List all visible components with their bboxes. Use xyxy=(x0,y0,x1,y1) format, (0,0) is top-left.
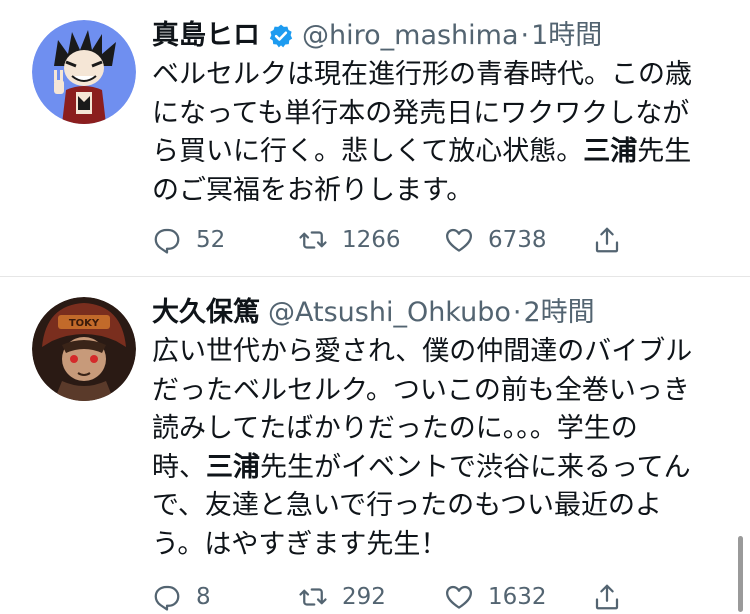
text-line: ら買いに行く。悲しくて放心状態。三浦先生 xyxy=(152,133,722,172)
reply-icon xyxy=(152,225,182,255)
reply-count: 8 xyxy=(196,584,211,610)
share-icon xyxy=(592,225,622,255)
tweet-text: 広い世代から愛され、僕の仲間達のバイブル だったベルセルク。ついこの前も全巻いっ… xyxy=(152,333,722,564)
verified-badge-icon xyxy=(268,23,294,49)
text-line: う。はやすぎます先生！ xyxy=(152,526,722,565)
text-line: 広い世代から愛され、僕の仲間達のバイブル xyxy=(152,333,722,372)
timestamp[interactable]: 2時間 xyxy=(523,293,594,333)
text-segment: 先生 xyxy=(637,136,692,167)
text-segment: のご冥福をお祈りします。 xyxy=(152,174,474,206)
tweet-actions: 52 1266 6738 xyxy=(152,222,732,258)
text-segment: 広い世代から愛され、僕の仲間達のバイブル xyxy=(152,336,693,367)
retweet-icon xyxy=(298,582,328,612)
reply-count: 52 xyxy=(196,227,226,253)
like-count: 1632 xyxy=(488,584,547,610)
share-button[interactable] xyxy=(592,579,622,614)
handle[interactable]: @hiro_mashima xyxy=(302,16,519,56)
retweet-icon xyxy=(298,225,328,255)
tweet[interactable]: TOKY 大久保篤 @Atsushi_Ohkubo · 2時間 広い世代から愛さ… xyxy=(0,277,750,614)
text-segment: ら買いに行く。悲しくて放心状態。 xyxy=(152,136,584,167)
text-line: のご冥福をお祈りします。 xyxy=(152,172,722,211)
retweet-count: 292 xyxy=(342,584,386,610)
text-segment: だったベルセルク。ついこの前も全巻いっき xyxy=(152,374,690,406)
text-segment: 先生がイベントで渋谷に来るってん xyxy=(260,451,691,483)
tweet-actions: 8 292 1632 xyxy=(152,579,732,614)
separator-dot: · xyxy=(512,297,522,328)
text-segment: 読みしてたばかりだったのに。。。学生の xyxy=(152,413,638,444)
tweet[interactable]: 真島ヒロ @hiro_mashima · 1時間 ベルセルクは現在進行形の青春時… xyxy=(0,0,750,276)
display-name[interactable]: 大久保篤 xyxy=(152,293,260,333)
timestamp[interactable]: 1時間 xyxy=(531,16,602,56)
reply-button[interactable]: 8 xyxy=(152,579,211,614)
text-line: で、友達と急いで行ったのもつい最近のよ xyxy=(152,487,722,526)
tweet-text: ベルセルクは現在進行形の青春時代。この歳 になっても単行本の発売日にワクワクしな… xyxy=(152,56,722,210)
text-line: だったベルセルク。ついこの前も全巻いっき xyxy=(152,372,722,411)
display-name[interactable]: 真島ヒロ xyxy=(152,16,260,56)
text-segment: う。はやすぎます先生！ xyxy=(152,528,448,560)
like-button[interactable]: 1632 xyxy=(444,579,547,614)
heart-icon xyxy=(444,225,474,255)
like-button[interactable]: 6738 xyxy=(444,222,547,258)
share-button[interactable] xyxy=(592,222,622,258)
avatar[interactable]: TOKY xyxy=(32,297,136,401)
text-segment: 時、 xyxy=(152,451,206,483)
scrollbar[interactable] xyxy=(738,536,743,612)
handle[interactable]: @Atsushi_Ohkubo xyxy=(268,293,511,333)
text-segment: で、友達と急いで行ったのもつい最近のよ xyxy=(152,490,663,521)
reply-button[interactable]: 52 xyxy=(152,222,225,258)
svg-text:TOKY: TOKY xyxy=(69,318,100,329)
timeline: 真島ヒロ @hiro_mashima · 1時間 ベルセルクは現在進行形の青春時… xyxy=(0,0,750,614)
retweet-count: 1266 xyxy=(342,227,401,253)
like-count: 6738 xyxy=(488,227,547,253)
text-line: ベルセルクは現在進行形の青春時代。この歳 xyxy=(152,56,722,95)
heart-icon xyxy=(444,582,474,612)
avatar[interactable] xyxy=(32,20,136,124)
separator-dot: · xyxy=(520,20,530,51)
tweet-header: 真島ヒロ @hiro_mashima · 1時間 xyxy=(152,16,602,56)
text-line: になっても単行本の発売日にワクワクしなが xyxy=(152,95,722,134)
share-icon xyxy=(592,582,622,612)
text-segment: になっても単行本の発売日にワクワクしなが xyxy=(152,97,690,129)
text-line: 読みしてたばかりだったのに。。。学生の xyxy=(152,410,722,449)
text-line: 時、三浦先生がイベントで渋谷に来るってん xyxy=(152,449,722,488)
retweet-button[interactable]: 1266 xyxy=(298,222,401,258)
reply-icon xyxy=(152,582,182,612)
highlighted-text: 三浦 xyxy=(206,451,260,483)
tweet-header: 大久保篤 @Atsushi_Ohkubo · 2時間 xyxy=(152,293,595,333)
highlighted-text: 三浦 xyxy=(583,136,638,167)
retweet-button[interactable]: 292 xyxy=(298,579,386,614)
text-segment: ベルセルクは現在進行形の青春時代。この歳 xyxy=(152,59,692,90)
